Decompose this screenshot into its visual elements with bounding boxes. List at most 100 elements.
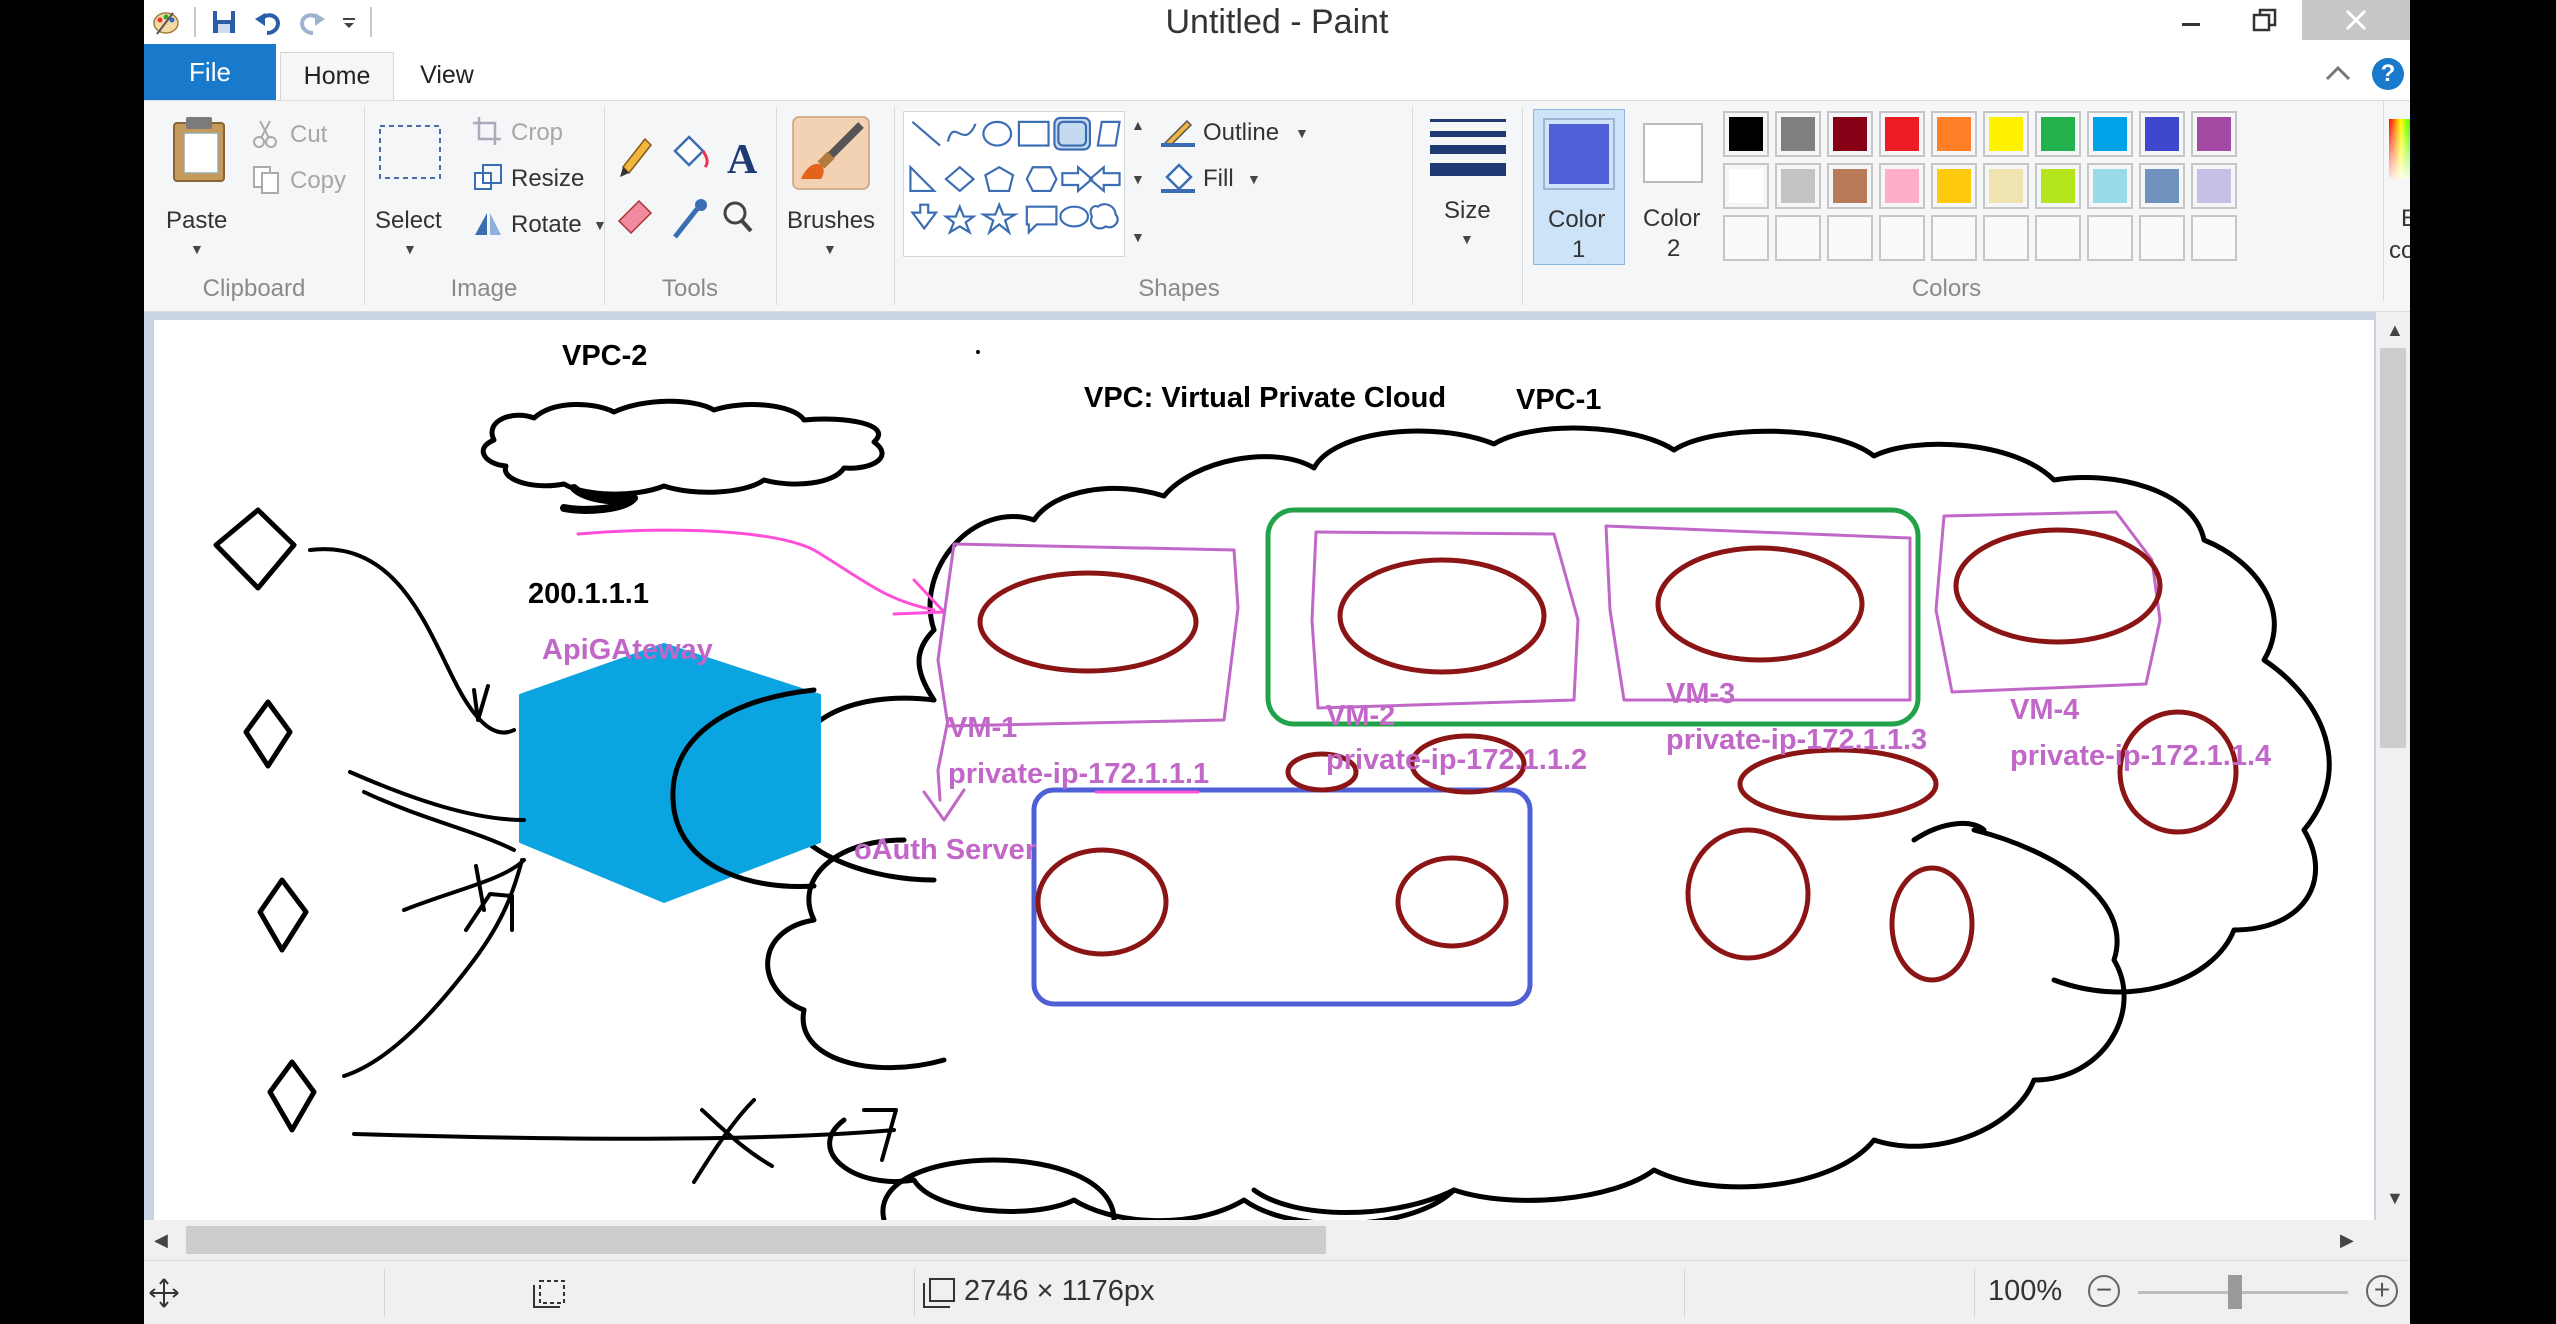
zoom-slider-thumb[interactable] [2228, 1275, 2242, 1309]
brushes-button[interactable]: Brushes ▼ [783, 111, 879, 261]
text-icon[interactable]: A [727, 137, 758, 183]
collapse-ribbon-icon[interactable] [2324, 62, 2352, 89]
color1-fill [1549, 124, 1609, 184]
tab-file[interactable]: File [144, 44, 276, 100]
zoom-in-button[interactable]: + [2366, 1275, 2398, 1307]
minimize-button[interactable] [2154, 0, 2228, 40]
palette-swatch[interactable] [1775, 163, 1821, 209]
label-vm3-ip: private-ip-172.1.1.3 [1666, 724, 1928, 756]
resize-button[interactable]: Resize [473, 163, 593, 197]
zoom-out-button[interactable]: − [2088, 1275, 2120, 1307]
label-vm2-ip: private-ip-172.1.1.2 [1326, 744, 1588, 776]
palette-swatch[interactable] [2139, 163, 2185, 209]
palette-swatch-empty[interactable] [1723, 215, 1769, 261]
rotate-button[interactable]: Rotate ▼ [473, 209, 607, 243]
copy-button[interactable]: Copy [252, 165, 362, 199]
palette-swatch[interactable] [1879, 163, 1925, 209]
close-button[interactable] [2302, 0, 2410, 40]
palette-swatch-empty[interactable] [1827, 215, 1873, 261]
fill-button[interactable]: Fill ▼ [1161, 163, 1281, 197]
outline-icon [1161, 119, 1195, 147]
brushes-label: Brushes [787, 207, 876, 234]
pencil-icon[interactable] [620, 137, 653, 177]
palette-swatch[interactable] [1723, 163, 1769, 209]
palette-swatch-fill [1833, 117, 1867, 151]
palette-swatch-empty[interactable] [1879, 215, 1925, 261]
copy-label: Copy [290, 167, 347, 194]
palette-swatch[interactable] [2139, 111, 2185, 157]
vertical-scrollbar[interactable]: ▲ ▼ [2376, 312, 2410, 1220]
palette-swatch-empty[interactable] [1983, 215, 2029, 261]
palette-swatch[interactable] [1827, 163, 1873, 209]
label-vm1: VM-1 [948, 712, 1018, 744]
shapes-scroll[interactable]: ▲ ▼ ▼ [1127, 111, 1147, 257]
tools-group: A Tools [605, 101, 775, 311]
palette-swatch[interactable] [1879, 111, 1925, 157]
canvas-area: VPC-2 VPC: Virtual Private Cloud VPC-1 2… [144, 312, 2410, 1220]
cut-button[interactable]: Cut [252, 119, 362, 153]
palette-swatch[interactable] [2191, 163, 2237, 209]
zoom-slider-track[interactable] [2138, 1291, 2348, 1294]
palette-swatch[interactable] [2087, 163, 2133, 209]
client-diamond-2 [243, 699, 293, 769]
shapes-gallery[interactable] [903, 111, 1125, 257]
api-gateway-hexagon [519, 643, 821, 903]
window-title: Untitled - Paint [1165, 3, 1389, 41]
paste-button[interactable]: Paste ▼ [166, 111, 232, 261]
scroll-down-icon[interactable]: ▼ [2386, 1188, 2404, 1209]
color1-button[interactable]: Color 1 [1533, 109, 1625, 265]
palette-swatch[interactable] [2087, 111, 2133, 157]
palette-swatch[interactable] [1723, 111, 1769, 157]
scroll-up-icon[interactable]: ▲ [2386, 320, 2404, 341]
horizontal-scroll-thumb[interactable] [186, 1226, 1326, 1254]
palette-swatch[interactable] [1983, 163, 2029, 209]
palette-swatch[interactable] [1931, 163, 1977, 209]
palette-swatch[interactable] [2035, 111, 2081, 157]
horizontal-scrollbar[interactable]: ◀ ▶ [144, 1220, 2410, 1260]
vertical-scroll-thumb[interactable] [2380, 348, 2406, 748]
crop-button[interactable]: Crop [473, 117, 593, 151]
palette-swatch[interactable] [1931, 111, 1977, 157]
palette-swatch-empty[interactable] [2139, 215, 2185, 261]
tools-group-label: Tools [661, 275, 719, 302]
palette-swatch[interactable] [1827, 111, 1873, 157]
eraser-icon[interactable] [617, 199, 653, 235]
tab-view[interactable]: View [402, 52, 492, 100]
palette-swatch-fill [1989, 117, 2023, 151]
scroll-left-icon[interactable]: ◀ [154, 1230, 168, 1251]
color2-swatch [1643, 123, 1703, 183]
palette-swatch-empty[interactable] [2035, 215, 2081, 261]
palette-swatch-empty[interactable] [1931, 215, 1977, 261]
client-diamond-4 [267, 1059, 317, 1133]
palette-swatch[interactable] [2191, 111, 2237, 157]
size-label: Size [1444, 197, 1491, 224]
magnifier-icon[interactable] [723, 201, 753, 233]
resize-icon [474, 164, 502, 190]
palette-swatch-empty[interactable] [2087, 215, 2133, 261]
palette-swatch[interactable] [1983, 111, 2029, 157]
palette-swatch-fill [2041, 117, 2075, 151]
palette-swatch-fill [2145, 169, 2179, 203]
outline-label: Outline [1203, 119, 1280, 146]
palette-swatch[interactable] [1775, 111, 1821, 157]
restore-button[interactable] [2228, 0, 2302, 40]
fill-bucket-icon[interactable] [673, 135, 709, 169]
edit-colors-button[interactable]: Edit colors [2377, 109, 2410, 265]
drawing-canvas[interactable]: VPC-2 VPC: Virtual Private Cloud VPC-1 2… [154, 320, 2374, 1220]
scroll-right-icon[interactable]: ▶ [2340, 1230, 2354, 1251]
zoom-level: 100% [1988, 1275, 2063, 1307]
color2-button[interactable]: Color 2 [1629, 109, 1721, 265]
palette-swatch-empty[interactable] [1775, 215, 1821, 261]
color-picker-icon[interactable] [673, 199, 707, 239]
palette-swatch[interactable] [2035, 163, 2081, 209]
select-button[interactable]: Select ▼ [375, 111, 447, 261]
clipboard-group-label: Clipboard [202, 275, 306, 302]
color2-number: 2 [1667, 235, 1681, 262]
outline-button[interactable]: Outline ▼ [1161, 117, 1321, 151]
palette-swatch-empty[interactable] [2191, 215, 2237, 261]
label-vm3: VM-3 [1666, 678, 1736, 710]
help-icon[interactable]: ? [2372, 58, 2404, 90]
vm4-ellipse [1953, 527, 2163, 645]
cursor-position-icon [149, 1278, 179, 1308]
tab-home[interactable]: Home [280, 52, 394, 100]
